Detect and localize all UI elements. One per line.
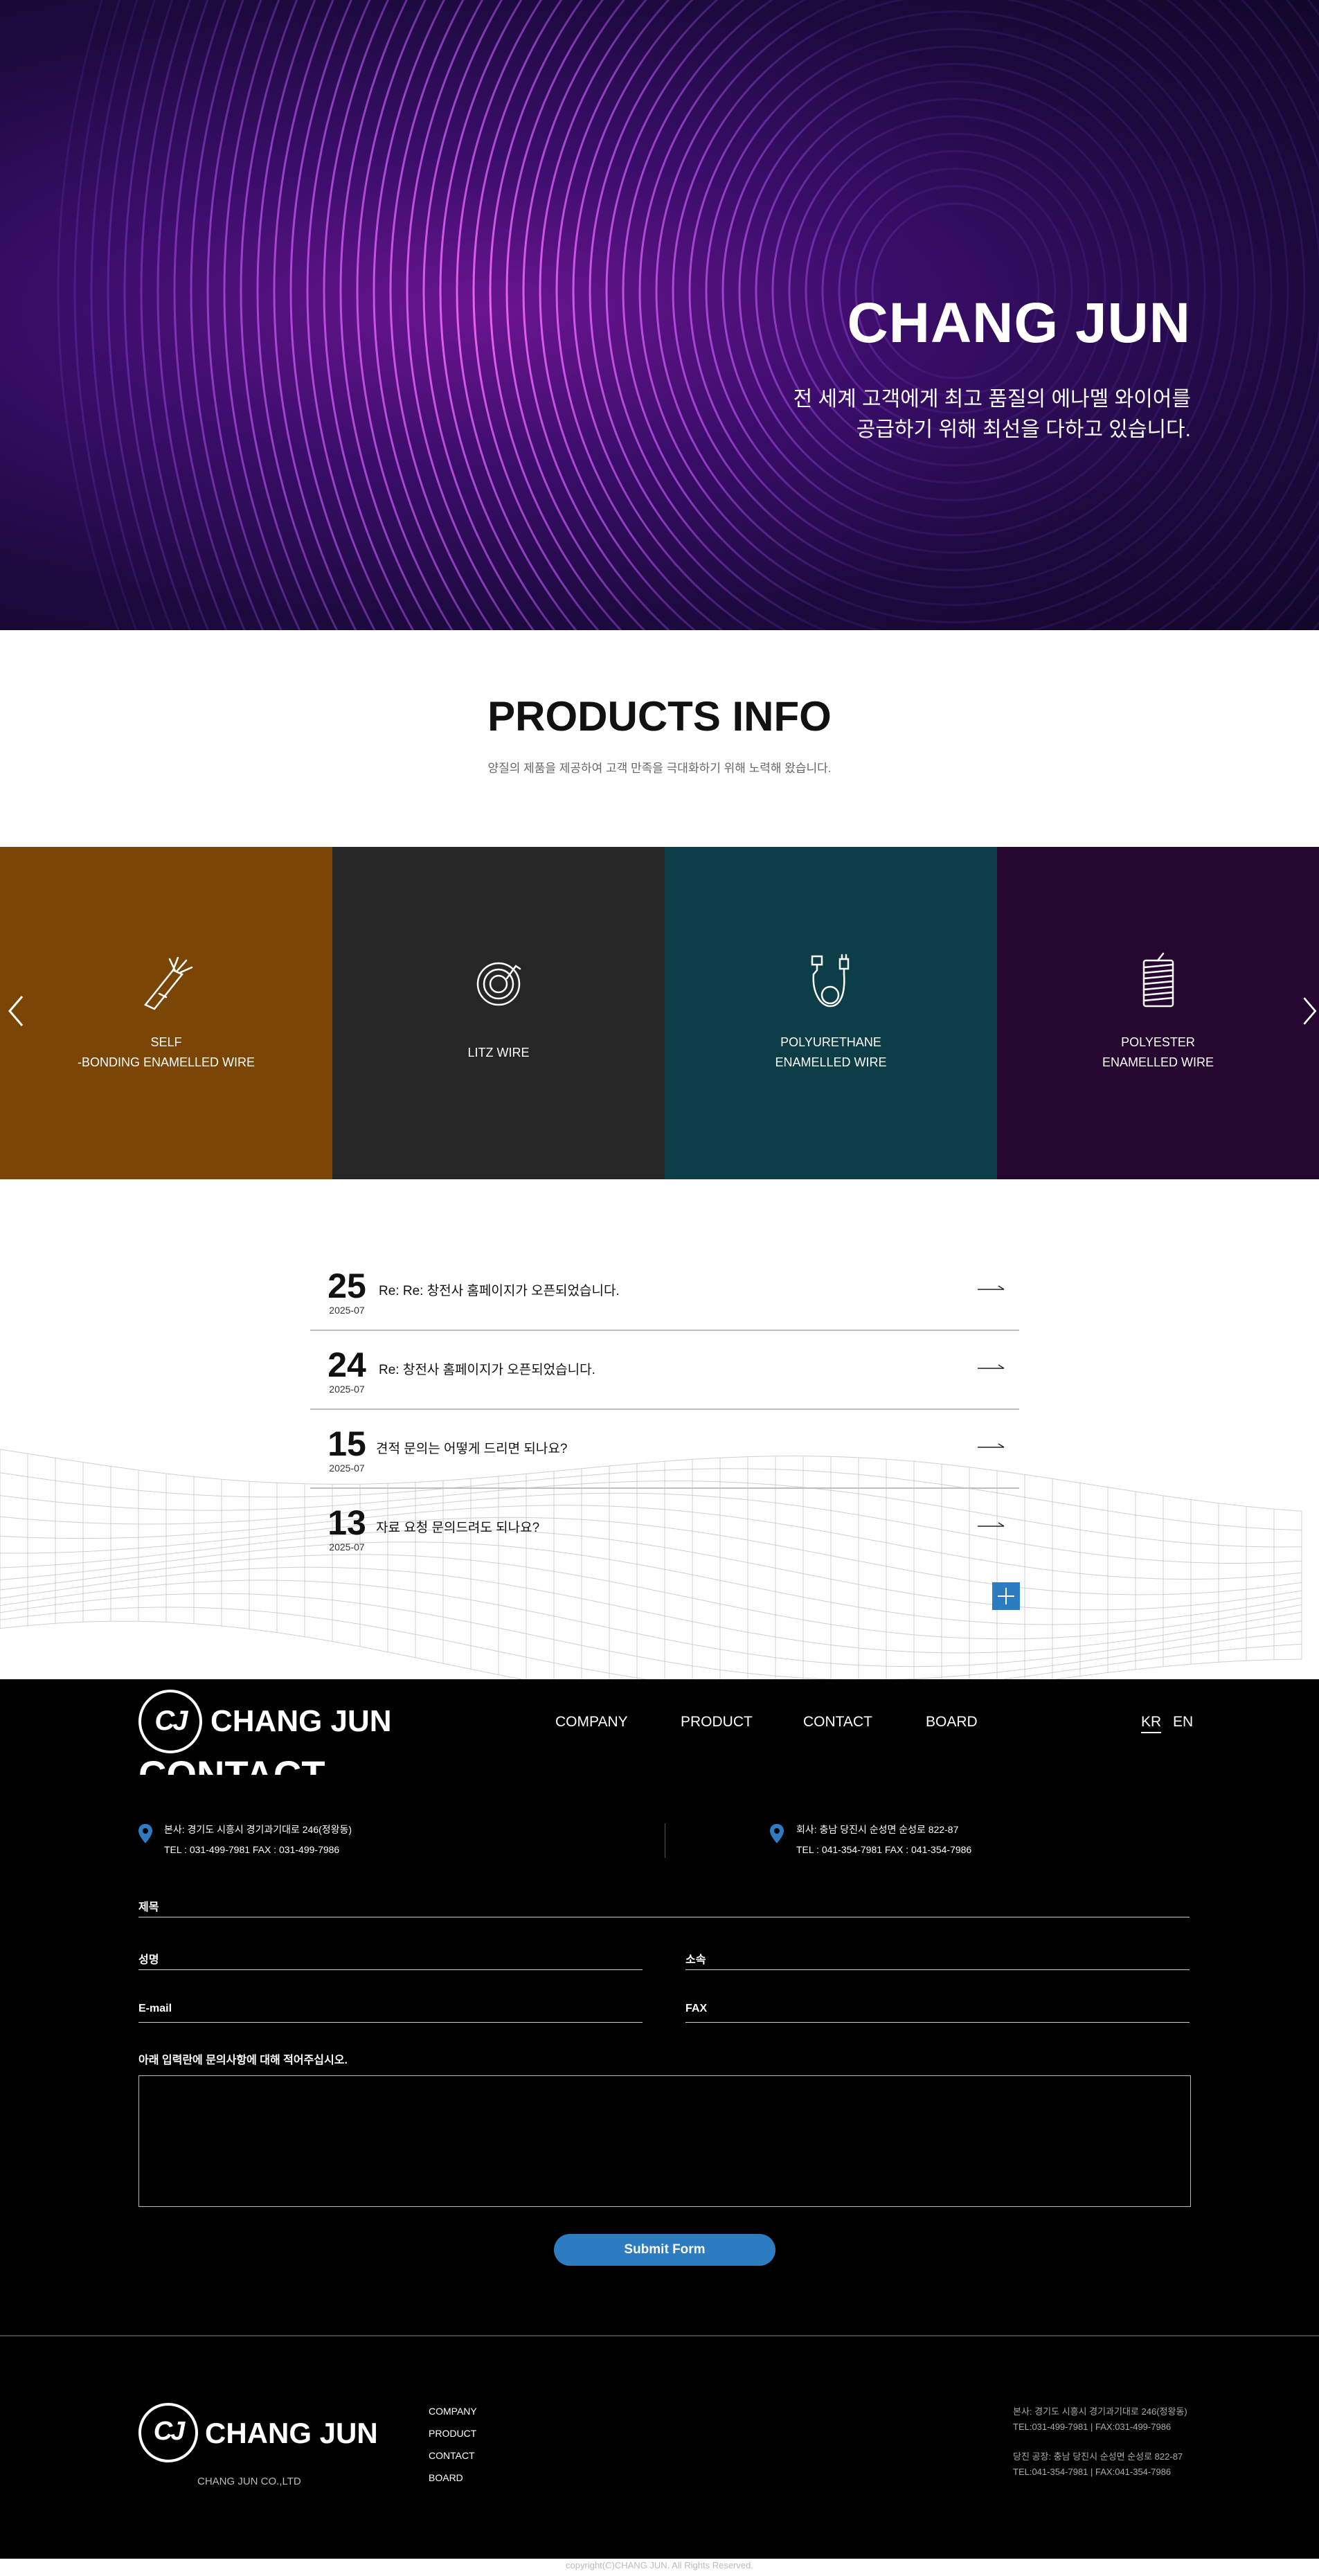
- products-info-subtitle: 양질의 제품을 제공하여 고객 만족을 극대화하기 위해 노력해 왔습니다.: [487, 762, 832, 775]
- copyright: copyright(C)CHANG JUN. All Rights Reserv…: [566, 2560, 753, 2570]
- board-row[interactable]: 24 2025-07 Re: 창전사 홈페이지가 오픈되었습니다.: [310, 1331, 1019, 1410]
- footer-hq-address: 본사: 경기도 시흥시 경기과기대로 246(정왕동): [1013, 2406, 1187, 2417]
- product-label-line1: POLYESTER: [1121, 1035, 1195, 1049]
- location-pin-icon: [138, 1824, 152, 1843]
- product-label: LITZ WIRE: [332, 1043, 665, 1063]
- footer-logo-mark[interactable]: CJ: [138, 2403, 198, 2462]
- footer-logo-text[interactable]: CHANG JUN: [205, 2417, 378, 2450]
- location-pin-icon: [770, 1824, 784, 1843]
- name-field[interactable]: [138, 1969, 643, 1970]
- coil-icon: [476, 962, 521, 1006]
- board-title[interactable]: Re: Re: 창전사 홈페이지가 오픈되었습니다.: [379, 1280, 620, 1299]
- plus-icon: [998, 1588, 1014, 1604]
- board-year-month: 2025-07: [329, 1463, 365, 1474]
- products-info-title: PRODUCTS INFO: [487, 693, 832, 740]
- product-label: POLYESTER ENAMELLED WIRE: [997, 1032, 1319, 1073]
- hq-tel: TEL : 031-499-7981 FAX : 031-499-7986: [164, 1844, 340, 1855]
- slider-next-arrow-icon[interactable]: [1300, 994, 1319, 1028]
- board-list: 25 2025-07 Re: Re: 창전사 홈페이지가 오픈되었습니다. 24…: [0, 1252, 1319, 1571]
- nav-company[interactable]: COMPANY: [555, 1714, 628, 1730]
- board-row[interactable]: 15 2025-07 견적 문의는 어떻게 드리면 되나요?: [310, 1410, 1019, 1489]
- contact-heading: CONTACT: [138, 1753, 325, 1775]
- logo-mark-text: CJ: [154, 1706, 188, 1736]
- spool-icon: [1142, 952, 1174, 1008]
- lang-en[interactable]: EN: [1173, 1714, 1193, 1730]
- board-row[interactable]: 25 2025-07 Re: Re: 창전사 홈페이지가 오픈되었습니다.: [310, 1252, 1019, 1331]
- submit-form-button[interactable]: Submit Form: [554, 2234, 775, 2266]
- arrow-right-icon[interactable]: [978, 1364, 1005, 1372]
- arrow-right-icon[interactable]: [978, 1522, 1005, 1530]
- hero-title: CHANG JUN: [847, 292, 1191, 355]
- footer-link-board[interactable]: BOARD: [429, 2472, 463, 2483]
- board-more-button[interactable]: [992, 1582, 1020, 1610]
- affiliation-field[interactable]: [685, 1969, 1190, 1970]
- cable-plug-icon: [811, 954, 850, 1008]
- fax-label: FAX: [685, 2003, 708, 2014]
- product-label: SELF -BONDING ENAMELLED WIRE: [0, 1032, 332, 1073]
- mesh-line: [0, 1620, 1302, 1679]
- footer-info-hq: 본사: 경기도 시흥시 경기과기대로 246(정왕동) TEL:031-499-…: [1013, 2404, 1187, 2435]
- product-label: POLYURETHANE ENAMELLED WIRE: [665, 1032, 997, 1073]
- board-day: 25: [327, 1267, 366, 1305]
- board-title[interactable]: 자료 요청 문의드려도 되나요?: [376, 1517, 539, 1536]
- nav-board[interactable]: BOARD: [926, 1714, 978, 1730]
- footer-link-company[interactable]: COMPANY: [429, 2406, 477, 2417]
- product-card-litz-wire[interactable]: LITZ WIRE: [332, 847, 665, 1179]
- fax-field[interactable]: [685, 2022, 1190, 2023]
- board-year-month: 2025-07: [329, 1384, 365, 1395]
- footer-link-contact[interactable]: CONTACT: [429, 2450, 475, 2461]
- board-day: 13: [327, 1503, 366, 1542]
- logo-mark-text: CJ: [153, 2417, 186, 2446]
- hero-subtitle-line2: 공급하기 위해 최선을 다하고 있습니다.: [856, 418, 1191, 441]
- hero-banner: CHANG JUN 전 세계 고객에게 최고 품질의 에나멜 와이어를 공급하기…: [0, 0, 1319, 630]
- product-slider: SELF -BONDING ENAMELLED WIRE LITZ WIRE P…: [0, 847, 1319, 1179]
- product-label-line2: ENAMELLED WIRE: [1102, 1055, 1214, 1069]
- product-card-polyurethane[interactable]: POLYURETHANE ENAMELLED WIRE: [665, 847, 997, 1179]
- board-row[interactable]: 13 2025-07 자료 요청 문의드려도 되나요?: [310, 1489, 1019, 1566]
- email-label: E-mail: [138, 2003, 172, 2014]
- message-label: 아래 입력란에 문의사항에 대해 적어주십시오.: [138, 2055, 348, 2066]
- product-label-line2: ENAMELLED WIRE: [775, 1055, 887, 1069]
- nav-product[interactable]: PRODUCT: [681, 1714, 753, 1730]
- product-label-line1: SELF: [150, 1035, 182, 1049]
- product-label-line1: POLYURETHANE: [780, 1035, 881, 1049]
- hero-subtitle: 전 세계 고객에게 최고 품질의 에나멜 와이어를 공급하기 위해 최선을 다하…: [637, 384, 1191, 445]
- product-label-line1: LITZ WIRE: [467, 1046, 530, 1059]
- lang-kr[interactable]: KR: [1141, 1714, 1162, 1733]
- board-title[interactable]: Re: 창전사 홈페이지가 오픈되었습니다.: [379, 1359, 595, 1378]
- email-field[interactable]: [138, 2022, 643, 2023]
- board-day: 15: [327, 1424, 366, 1463]
- stripped-wire-icon: [144, 956, 193, 1010]
- board-day: 24: [327, 1345, 366, 1384]
- footer-info-factory: 당진 공장: 충남 당진시 순성면 순성로 822-87 TEL:041-354…: [1013, 2449, 1183, 2480]
- hq-address-block: 본사: 경기도 시흥시 경기과기대로 246(정왕동) TEL : 031-49…: [164, 1820, 352, 1860]
- board-title[interactable]: 견적 문의는 어떻게 드리면 되나요?: [376, 1438, 567, 1457]
- footer-link-product[interactable]: PRODUCT: [429, 2428, 476, 2439]
- hero-subtitle-line1: 전 세계 고객에게 최고 품질의 에나멜 와이어를: [793, 388, 1191, 411]
- footer-factory-address: 당진 공장: 충남 당진시 순성면 순성로 822-87: [1013, 2451, 1183, 2462]
- arrow-right-icon[interactable]: [978, 1443, 1005, 1451]
- product-card-self-bonding[interactable]: SELF -BONDING ENAMELLED WIRE: [0, 847, 332, 1179]
- factory-address: 회사: 충남 당진시 순성면 순성로 822-87: [796, 1824, 959, 1835]
- footer-factory-tel: TEL:041-354-7981 | FAX:041-354-7986: [1013, 2467, 1172, 2477]
- footer-hq-tel: TEL:031-499-7981 | FAX:031-499-7986: [1013, 2422, 1172, 2432]
- factory-address-block: 회사: 충남 당진시 순성면 순성로 822-87 TEL : 041-354-…: [796, 1820, 971, 1860]
- slider-prev-arrow-icon[interactable]: [6, 994, 26, 1028]
- subject-label: 제목: [138, 1902, 159, 1913]
- affiliation-label: 소속: [685, 1954, 706, 1966]
- product-card-polyester[interactable]: POLYESTER ENAMELLED WIRE: [997, 847, 1319, 1179]
- board-year-month: 2025-07: [329, 1305, 365, 1316]
- footer-divider: [0, 2335, 1319, 2336]
- arrow-right-icon[interactable]: [978, 1285, 1005, 1294]
- message-textarea[interactable]: [138, 2075, 1191, 2207]
- factory-tel: TEL : 041-354-7981 FAX : 041-354-7986: [796, 1844, 972, 1855]
- footer-company-name: CHANG JUN CO.,LTD: [197, 2476, 301, 2487]
- hq-address: 본사: 경기도 시흥시 경기과기대로 246(정왕동): [164, 1824, 352, 1835]
- nav-contact[interactable]: CONTACT: [803, 1714, 872, 1730]
- board-year-month: 2025-07: [329, 1541, 365, 1553]
- header-logo-text[interactable]: CHANG JUN: [210, 1704, 392, 1739]
- name-label: 성명: [138, 1954, 159, 1966]
- product-label-line2: -BONDING ENAMELLED WIRE: [77, 1055, 255, 1069]
